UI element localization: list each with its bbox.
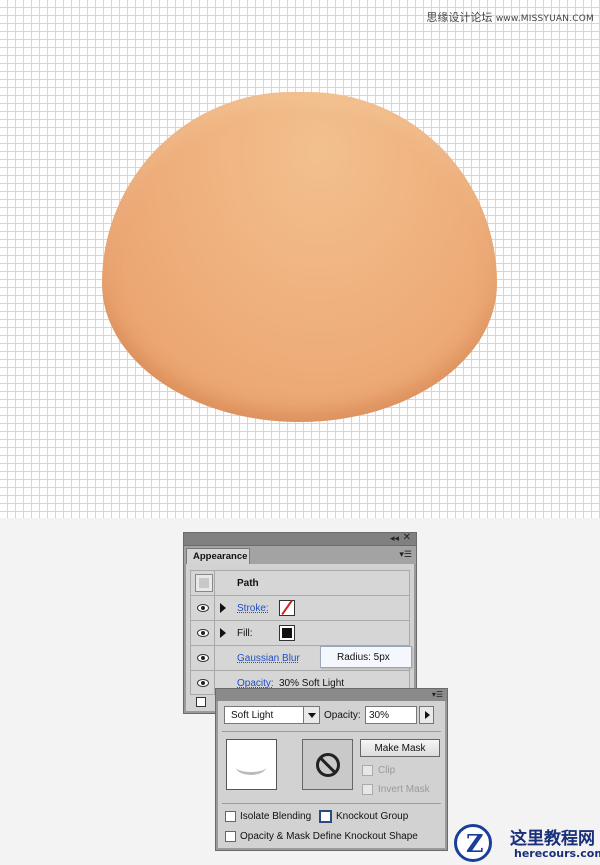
clip-label: Clip [378,765,396,776]
radius-tooltip: Radius: 5px [320,646,412,668]
site-logo: 这里教程网 herecours.com [452,822,600,865]
opacity-slider-arrow-icon[interactable] [419,706,434,724]
object-thumbnail[interactable] [226,739,277,790]
blend-mode-value: Soft Light [231,710,274,721]
make-mask-button[interactable]: Make Mask [360,739,440,757]
appearance-panel: ◂◂ ✕ Appearance ▾☰ Path Stroke: Fill: Ga… [183,532,417,714]
fill-label: Fill: [237,628,253,639]
panel-titlebar[interactable]: ◂◂ ✕ [184,532,416,546]
watermark-cn: 思缘设计论坛 [426,11,493,24]
knockout-group-checkbox[interactable] [319,810,332,823]
close-icon[interactable]: ✕ [403,532,411,543]
panel-menu-icon[interactable]: ▾☰ [399,549,412,560]
gaussian-blur-link[interactable]: Gaussian Blur [237,653,300,664]
invert-mask-checkbox[interactable] [362,784,373,795]
isolate-blending-label: Isolate Blending [240,811,312,822]
transparency-titlebar: ▾☰ [216,689,447,701]
mask-thumbnail[interactable] [302,739,353,790]
eye-icon[interactable] [197,629,209,637]
no-mask-icon [316,753,340,777]
panel-menu-icon[interactable]: ▾☰ [432,690,443,699]
watermark-url: www.MISSYUAN.COM [495,14,594,24]
chevron-down-icon[interactable] [303,707,319,723]
row-fill[interactable]: Fill: [190,620,410,645]
path-thumb-cell [191,571,215,595]
divider [222,731,441,732]
opacity-input[interactable]: 30% [365,706,417,724]
tab-appearance[interactable]: Appearance [186,548,250,564]
logo-title: 这里教程网 [510,829,595,849]
collapse-icon[interactable]: ◂◂ [390,533,399,544]
clip-checkbox[interactable] [362,765,373,776]
eye-icon[interactable] [197,679,209,687]
transparency-panel: ▾☰ Soft Light Opacity: 30% Make Mask Cli… [215,688,448,851]
fill-swatch[interactable] [279,625,295,641]
knockout-group-label: Knockout Group [336,811,409,822]
row-path[interactable]: Path [190,570,410,595]
artboard-canvas: 思缘设计论坛 www.MISSYUAN.COM [0,0,600,518]
divider [222,803,441,804]
opacity-mask-knockout-checkbox[interactable] [225,831,236,842]
expand-triangle-icon[interactable] [220,628,226,638]
panel-tabbar: Appearance ▾☰ [184,546,416,564]
logo-mark [454,824,492,862]
path-thumbnail [195,574,213,592]
eye-cell [191,596,215,620]
stroke-none-swatch[interactable] [279,600,295,616]
stroke-link[interactable]: Stroke: [237,603,269,614]
invert-mask-label: Invert Mask [378,784,430,795]
transparency-body: Soft Light Opacity: 30% Make Mask Clip I… [218,701,445,848]
watermark-top: 思缘设计论坛 www.MISSYUAN.COM [426,9,594,25]
eye-icon[interactable] [197,654,209,662]
eye-cell [191,671,215,694]
new-art-basic-appearance-icon[interactable] [196,697,206,707]
opacity-label: Opacity: [324,710,361,721]
row-stroke[interactable]: Stroke: [190,595,410,620]
logo-url: herecours.com [514,847,600,860]
path-label: Path [237,578,259,589]
eye-cell [191,646,215,670]
expand-triangle-icon[interactable] [220,603,226,613]
blend-mode-select[interactable]: Soft Light [224,706,320,724]
orange-dome-shape[interactable] [102,92,497,422]
opacity-mask-knockout-label: Opacity & Mask Define Knockout Shape [240,831,418,842]
eye-cell [191,621,215,645]
isolate-blending-checkbox[interactable] [225,811,236,822]
eye-icon[interactable] [197,604,209,612]
